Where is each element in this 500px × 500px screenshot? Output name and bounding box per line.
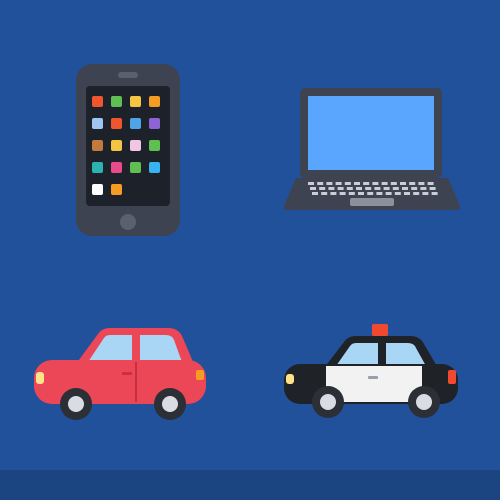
keyboard-key	[326, 182, 333, 185]
keyboard-key	[367, 192, 374, 195]
app-icon	[111, 162, 122, 173]
app-icon	[92, 184, 103, 195]
keyboard-key	[390, 182, 397, 185]
app-icon	[149, 118, 160, 129]
keyboard-key	[383, 187, 390, 190]
keyboard-key	[319, 187, 326, 190]
app-icon	[149, 140, 160, 151]
keyboard-key	[418, 182, 425, 185]
red-car-icon	[32, 326, 208, 420]
keyboard-key	[344, 182, 351, 185]
app-icon	[111, 96, 122, 107]
keyboard-key	[356, 187, 362, 190]
keyboard-key	[381, 182, 388, 185]
keyboard-key	[335, 182, 342, 185]
app-icon	[111, 140, 122, 151]
car-headlight	[36, 372, 44, 384]
keyboard-key	[392, 187, 399, 190]
app-icon	[130, 162, 141, 173]
phone-speaker	[118, 72, 138, 78]
app-icon	[111, 184, 122, 195]
car-door-line	[135, 362, 137, 402]
keyboard-key	[394, 192, 401, 195]
police-siren	[372, 324, 388, 336]
keyboard-key	[420, 187, 427, 190]
keyboard-key	[422, 192, 429, 195]
keyboard-key	[339, 192, 346, 195]
keyboard-key	[317, 182, 324, 185]
police-car-icon	[282, 322, 460, 420]
keyboard-key	[376, 192, 383, 195]
app-icon	[92, 140, 103, 151]
keyboard-key	[310, 187, 316, 190]
keyboard-key	[413, 192, 420, 195]
keyboard-key	[372, 182, 379, 185]
bottom-bar	[0, 470, 500, 500]
keyboard-key	[312, 192, 318, 195]
keyboard-key	[404, 192, 410, 195]
mobile-phone-icon	[74, 62, 182, 238]
app-icon	[92, 162, 103, 173]
app-icon	[149, 162, 160, 173]
keyboard-key	[427, 182, 434, 185]
app-icon	[130, 140, 141, 151]
keyboard-key	[354, 182, 360, 185]
keyboard-key	[348, 192, 355, 195]
keyboard-key	[363, 182, 370, 185]
keyboard-key	[385, 192, 392, 195]
keyboard-key	[400, 182, 406, 185]
keyboard-key	[365, 187, 372, 190]
app-icon	[130, 118, 141, 129]
app-icon	[149, 96, 160, 107]
laptop-trackpad	[350, 198, 394, 206]
emoji-canvas	[0, 0, 500, 500]
keyboard-key	[308, 182, 314, 185]
keyboard-key	[321, 192, 328, 195]
car-rear-hub	[162, 396, 178, 412]
car-handle	[122, 372, 132, 375]
car-taillight	[196, 370, 204, 380]
keyboard-key	[374, 187, 381, 190]
app-icon	[92, 118, 103, 129]
car-front-hub	[68, 396, 84, 412]
police-handle	[368, 376, 378, 379]
keyboard-key	[429, 187, 436, 190]
keyboard-key	[337, 187, 344, 190]
laptop-screen	[308, 96, 434, 170]
keyboard-key	[328, 187, 335, 190]
keyboard-key	[358, 192, 364, 195]
keyboard-key	[346, 187, 353, 190]
app-icon	[130, 96, 141, 107]
keyboard-key	[409, 182, 416, 185]
keyboard-key	[431, 192, 438, 195]
keyboard-key	[330, 192, 337, 195]
phone-home-button	[120, 214, 136, 230]
keyboard-key	[411, 187, 418, 190]
app-icon	[92, 96, 103, 107]
police-front-hub	[320, 394, 336, 410]
police-taillight	[448, 370, 456, 384]
police-rear-hub	[416, 394, 432, 410]
police-headlight	[286, 374, 294, 384]
app-icon	[111, 118, 122, 129]
keyboard-key	[402, 187, 408, 190]
laptop-icon	[282, 86, 462, 212]
